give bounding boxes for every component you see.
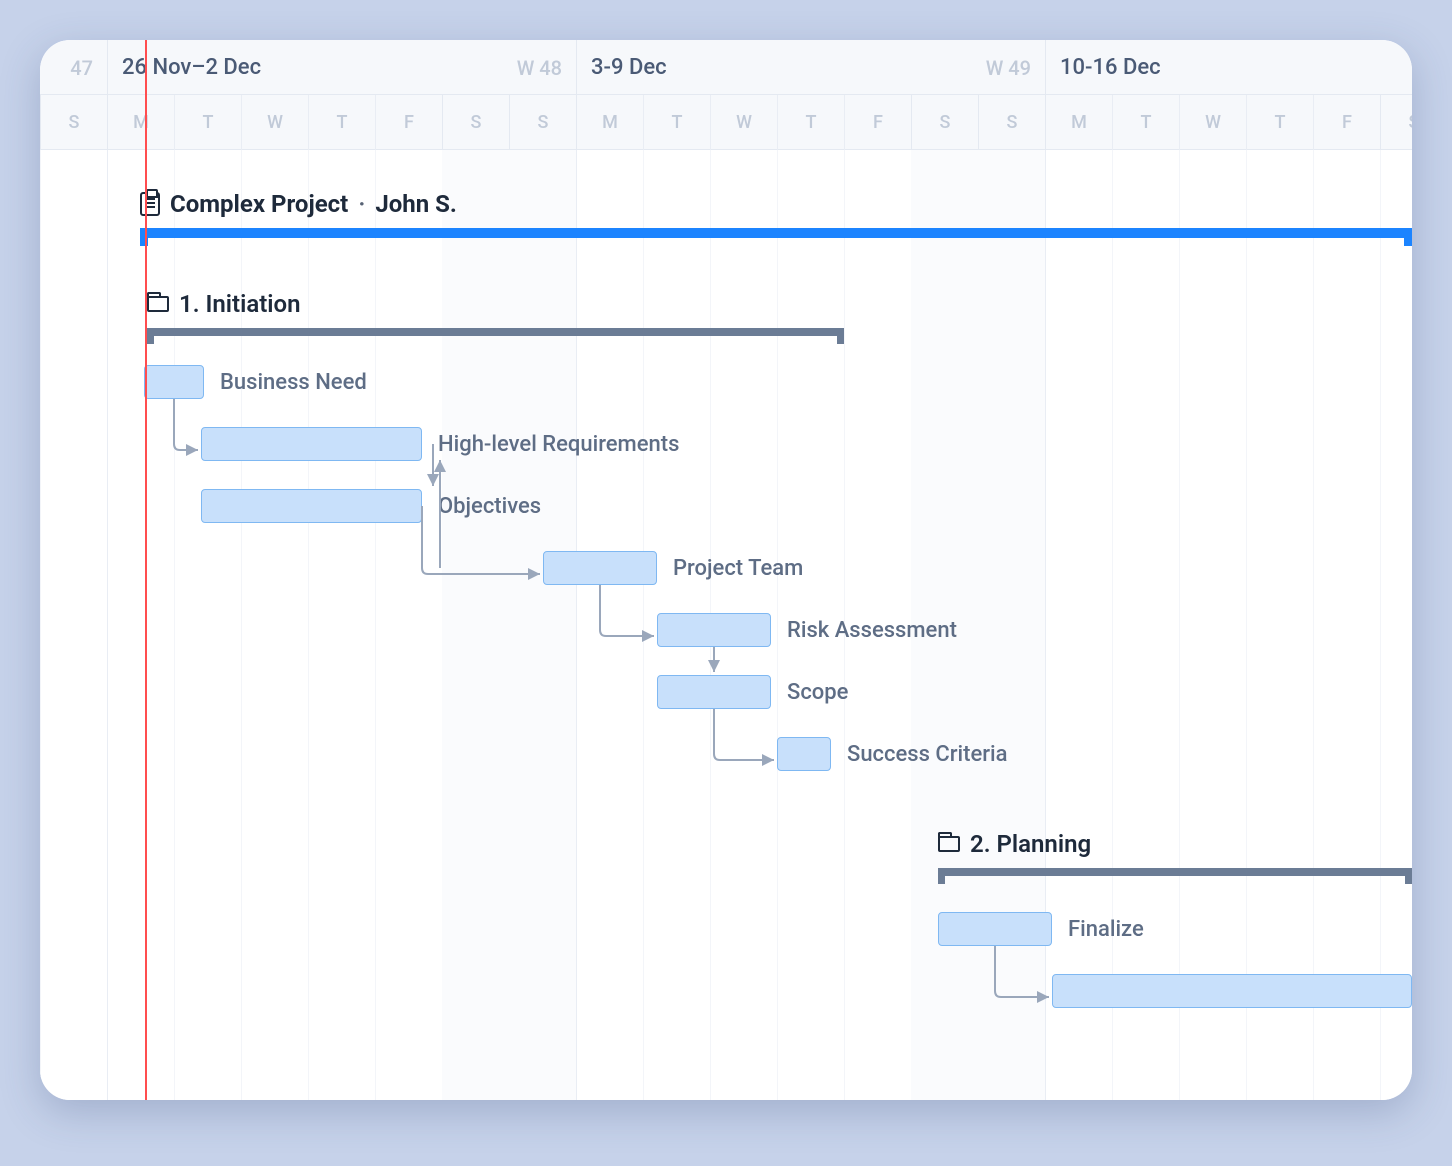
phase-title[interactable]: 1. Initiation (147, 290, 844, 318)
grid-line (1313, 150, 1314, 1100)
week-range: 3-9 Dec (591, 55, 667, 80)
week-range: 10-16 Dec (1060, 55, 1161, 80)
grid-line (1246, 150, 1247, 1100)
project-title[interactable]: Complex Project · John S. (140, 190, 1412, 218)
week-range: 26 Nov–2 Dec (122, 55, 261, 80)
project-bracket[interactable] (140, 228, 1412, 238)
project-owner: John S. (375, 190, 457, 218)
task-scope[interactable]: Scope (657, 675, 848, 709)
phase-title[interactable]: 2. Planning (938, 830, 1412, 858)
task-bar[interactable] (938, 912, 1052, 946)
clipboard-icon (140, 192, 160, 216)
day-cell[interactable]: F (844, 95, 911, 150)
task-risk-assessment[interactable]: Risk Assessment (657, 613, 957, 647)
day-cell[interactable]: T (1246, 95, 1313, 150)
project-name: Complex Project (170, 190, 348, 218)
day-cell[interactable]: M (576, 95, 643, 150)
grid-line (1112, 150, 1113, 1100)
task-label: Success Criteria (847, 742, 1008, 767)
day-cell[interactable]: T (777, 95, 844, 150)
day-cell[interactable]: T (308, 95, 375, 150)
task-label: Objectives (438, 494, 541, 519)
task-objectives[interactable]: Objectives (201, 489, 541, 523)
grid-line (40, 150, 41, 1100)
task-next[interactable] (1052, 974, 1412, 1008)
task-high-level-req[interactable]: High-level Requirements (201, 427, 679, 461)
phase-initiation: 1. Initiation (147, 290, 844, 336)
grid-line (107, 150, 108, 1100)
task-business-need[interactable]: Business Need (144, 365, 367, 399)
task-bar[interactable] (657, 613, 771, 647)
task-project-team[interactable]: Project Team (543, 551, 803, 585)
grid-line (1045, 150, 1046, 1100)
task-bar[interactable] (144, 365, 204, 399)
day-cell[interactable]: F (375, 95, 442, 150)
week-row: 47 26 Nov–2 Dec W 48 3-9 Dec W 49 10-16 … (40, 40, 1412, 95)
task-bar[interactable] (201, 427, 422, 461)
week-number: W 48 (517, 56, 562, 80)
task-label: Business Need (220, 370, 367, 395)
phase-label: 2. Planning (970, 830, 1091, 858)
day-cell[interactable]: T (1112, 95, 1179, 150)
task-bar[interactable] (543, 551, 657, 585)
day-cell[interactable]: W (241, 95, 308, 150)
task-finalize[interactable]: Finalize (938, 912, 1144, 946)
week-cell[interactable]: 47 (40, 40, 107, 95)
task-label: Scope (787, 680, 848, 705)
phase-planning: 2. Planning (938, 830, 1412, 876)
phase-label: 1. Initiation (179, 290, 301, 318)
week-cell[interactable]: 10-16 Dec (1045, 40, 1412, 95)
day-row: SMTWTFSSMTWTFSSMTWTFS (40, 95, 1412, 150)
folder-icon (938, 836, 960, 852)
day-cell[interactable]: M (107, 95, 174, 150)
task-label: Project Team (673, 556, 803, 581)
task-label: Risk Assessment (787, 618, 957, 643)
day-cell[interactable]: S (1380, 95, 1412, 150)
day-cell[interactable]: S (509, 95, 576, 150)
phase-bracket[interactable] (147, 328, 844, 336)
today-line (145, 40, 147, 1100)
task-bar[interactable] (777, 737, 831, 771)
phase-bracket[interactable] (938, 868, 1412, 876)
gantt-frame: 47 26 Nov–2 Dec W 48 3-9 Dec W 49 10-16 … (40, 40, 1412, 1100)
day-cell[interactable]: S (40, 95, 107, 150)
day-cell[interactable]: S (442, 95, 509, 150)
task-label: Finalize (1068, 917, 1144, 942)
day-cell[interactable]: M (1045, 95, 1112, 150)
gantt-body[interactable]: Complex Project · John S. 1. Initiation … (40, 150, 1412, 1100)
task-bar[interactable] (1052, 974, 1412, 1008)
folder-icon (147, 296, 169, 312)
separator-dot: · (358, 190, 365, 218)
week-cell[interactable]: 3-9 Dec W 49 (576, 40, 1045, 95)
day-cell[interactable]: W (710, 95, 777, 150)
week-number: W 49 (986, 56, 1031, 80)
grid-line (1179, 150, 1180, 1100)
day-cell[interactable]: T (643, 95, 710, 150)
day-cell[interactable]: S (911, 95, 978, 150)
task-bar[interactable] (657, 675, 771, 709)
week-cell[interactable]: 26 Nov–2 Dec W 48 (107, 40, 576, 95)
day-cell[interactable]: T (174, 95, 241, 150)
task-success-criteria[interactable]: Success Criteria (777, 737, 1008, 771)
timeline-header: 47 26 Nov–2 Dec W 48 3-9 Dec W 49 10-16 … (40, 40, 1412, 150)
day-cell[interactable]: W (1179, 95, 1246, 150)
day-cell[interactable]: F (1313, 95, 1380, 150)
grid-line (1380, 150, 1381, 1100)
project-row: Complex Project · John S. (140, 190, 1412, 238)
task-label: High-level Requirements (438, 432, 679, 457)
week-number: 47 (70, 56, 93, 80)
task-bar[interactable] (201, 489, 422, 523)
day-cell[interactable]: S (978, 95, 1045, 150)
